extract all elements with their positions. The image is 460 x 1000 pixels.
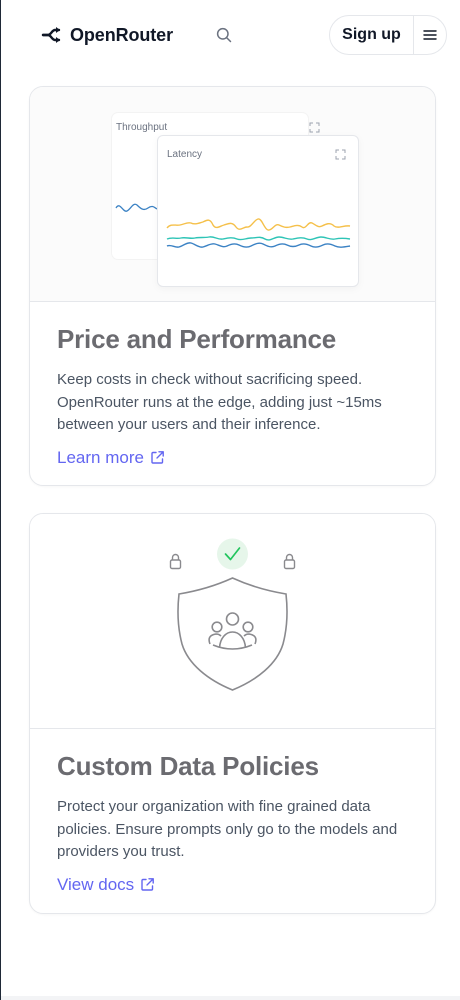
- card-description: Protect your organization with fine grai…: [57, 798, 398, 860]
- card-description: Keep costs in check without sacrificing …: [57, 371, 382, 433]
- external-link-icon: [141, 878, 155, 891]
- card-body: Custom Data Policies Protect your organi…: [30, 729, 435, 895]
- latency-line-chart: [166, 218, 351, 248]
- openrouter-logo-icon: [41, 24, 63, 46]
- data-policies-card: Custom Data Policies Protect your organi…: [29, 513, 436, 914]
- check-icon: [217, 538, 248, 570]
- card-title: Price and Performance: [57, 324, 337, 354]
- lock-icon: [283, 553, 296, 570]
- learn-more-label: Learn more: [57, 447, 144, 467]
- expand-icon: [309, 122, 320, 133]
- menu-button[interactable]: [414, 16, 446, 54]
- latency-series-blue: [166, 242, 351, 248]
- top-navbar: OpenRouter Sign up: [1, 0, 460, 72]
- latency-series-yellow: [166, 218, 351, 231]
- bottom-edge: [1, 996, 460, 1000]
- card-body: Price and Performance Keep costs in chec…: [30, 302, 435, 468]
- performance-illustration: Throughput Latency: [30, 87, 435, 302]
- hamburger-menu-icon: [423, 30, 437, 40]
- view-docs-link[interactable]: View docs: [57, 875, 155, 895]
- view-docs-label: View docs: [57, 874, 135, 894]
- search-icon: [216, 27, 232, 43]
- latency-series-teal: [166, 236, 351, 241]
- latency-chart-panel: Latency: [157, 135, 359, 287]
- price-performance-card: Throughput Latency Price and Performance…: [29, 86, 436, 486]
- data-policy-illustration: [30, 514, 435, 729]
- shield-illustration: [169, 538, 296, 691]
- search-button[interactable]: [213, 24, 235, 46]
- brand-name: OpenRouter: [70, 24, 174, 45]
- shield-icon: [177, 577, 288, 691]
- auth-button-group: Sign up: [329, 15, 447, 55]
- external-link-icon: [151, 451, 164, 464]
- lock-icon: [169, 553, 182, 570]
- card-title: Custom Data Policies: [57, 751, 319, 781]
- sign-up-button[interactable]: Sign up: [330, 16, 414, 54]
- brand-logo-link[interactable]: OpenRouter: [41, 22, 173, 48]
- learn-more-link[interactable]: Learn more: [57, 448, 165, 468]
- page: OpenRouter Sign up Throughput Latency Pr…: [0, 0, 460, 1000]
